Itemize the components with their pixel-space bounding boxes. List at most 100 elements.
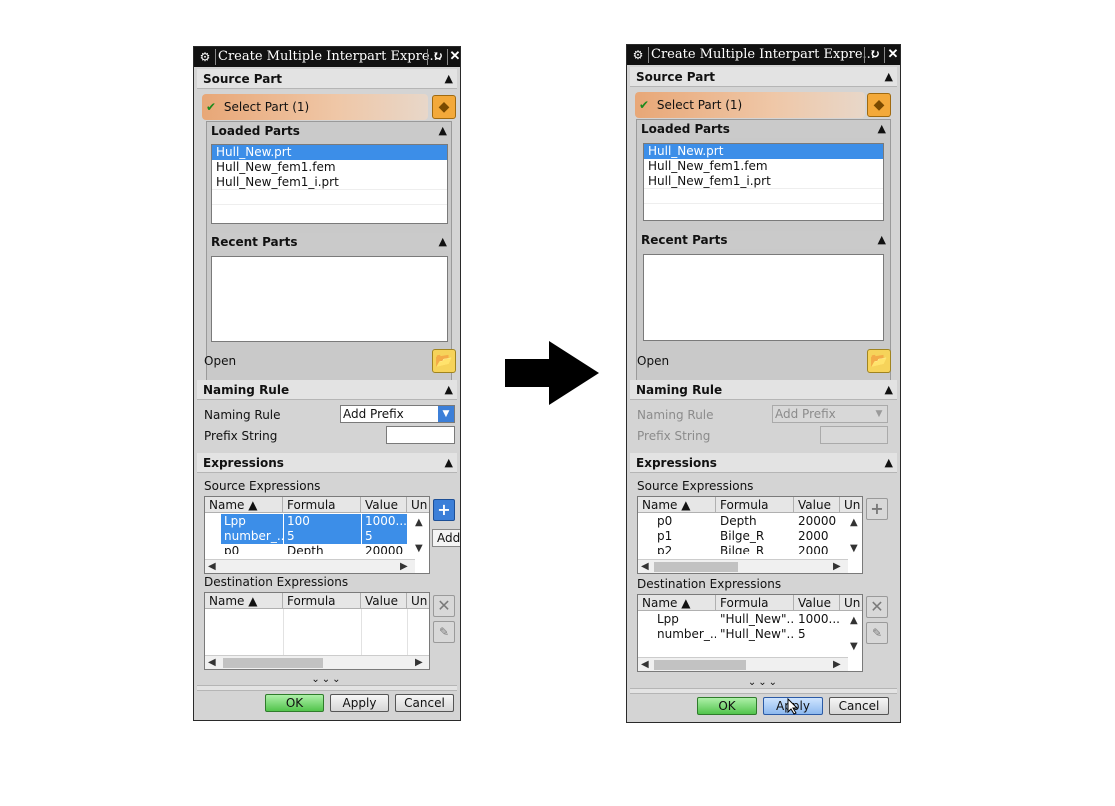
recent-parts-list[interactable] (643, 254, 884, 341)
column-header-value[interactable]: Value (361, 593, 407, 609)
horizontal-scrollbar[interactable]: ◀ ▶ (205, 559, 415, 573)
destination-expressions-grid[interactable]: Name ▲ Formula Value Un Lpp "Hull_New"..… (637, 594, 863, 672)
remove-expression-x-icon[interactable]: ✕ (433, 595, 455, 617)
loaded-parts-header[interactable]: Loaded Parts ▲ (207, 122, 451, 140)
column-header-value[interactable]: Value (361, 497, 407, 513)
loaded-parts-list[interactable]: Hull_New.prt Hull_New_fem1.fem Hull_New_… (643, 143, 884, 221)
scroll-left-icon[interactable]: ◀ (208, 561, 216, 572)
column-header-unit[interactable]: Un (840, 497, 862, 513)
gear-icon[interactable]: ⚙ (197, 47, 213, 67)
scroll-down-icon[interactable]: ▼ (850, 641, 858, 652)
loaded-parts-header[interactable]: Loaded Parts ▲ (637, 120, 890, 138)
collapse-icon[interactable]: ▲ (439, 122, 447, 140)
scroll-left-icon[interactable]: ◀ (641, 659, 649, 670)
add-expression-plus-icon[interactable]: + (433, 499, 455, 521)
column-header-unit[interactable]: Un (407, 593, 429, 609)
reset-icon[interactable]: ↻ (867, 45, 883, 65)
collapse-icon[interactable]: ▲ (885, 453, 893, 473)
open-folder-icon[interactable]: 📂 (867, 349, 891, 373)
column-header-name[interactable]: Name ▲ (205, 593, 283, 609)
column-header-formula[interactable]: Formula (716, 595, 794, 611)
horizontal-scrollbar[interactable]: ◀ ▶ (638, 657, 848, 671)
select-part-row[interactable]: ✔ Select Part (1) (635, 92, 865, 118)
scroll-right-icon[interactable]: ▶ (400, 561, 408, 572)
scroll-right-icon[interactable]: ▶ (415, 657, 423, 668)
table-row[interactable]: p0 Depth 20000 (638, 514, 848, 529)
scroll-left-icon[interactable]: ◀ (208, 657, 216, 668)
column-header-formula[interactable]: Formula (283, 593, 361, 609)
apply-button[interactable]: Apply (330, 694, 389, 712)
select-part-cube-icon[interactable]: ◆ (867, 93, 891, 117)
horizontal-scrollbar[interactable]: ◀ ▶ (638, 559, 848, 573)
select-part-cube-icon[interactable]: ◆ (432, 95, 456, 119)
recent-parts-list[interactable] (211, 256, 448, 342)
scrollbar-thumb[interactable] (654, 562, 738, 572)
column-header-name[interactable]: Name ▲ (205, 497, 283, 513)
cancel-button[interactable]: Cancel (395, 694, 454, 712)
dialog-titlebar[interactable]: ⚙ Create Multiple Interpart Expre... ↻ ✕ (194, 47, 460, 67)
list-item[interactable]: Hull_New.prt (212, 145, 447, 160)
collapse-icon[interactable]: ▲ (439, 233, 447, 251)
edit-expression-icon[interactable]: ✎ (866, 622, 888, 644)
table-row[interactable]: p2 Bilge_R 2000 (638, 544, 848, 554)
table-row[interactable]: Lpp 100 1000... (205, 514, 415, 529)
source-expressions-grid[interactable]: Name ▲ Formula Value Un p0 Depth 20000 p… (637, 496, 863, 574)
column-header-name[interactable]: Name ▲ (638, 595, 716, 611)
table-row[interactable]: number_... "Hull_New"... 5 (638, 627, 848, 642)
table-row[interactable]: p1 Bilge_R 2000 (638, 529, 848, 544)
close-icon[interactable]: ✕ (448, 47, 460, 67)
open-folder-icon[interactable]: 📂 (432, 349, 456, 373)
section-header-expressions[interactable]: Expressions ▲ (630, 453, 897, 473)
more-options-chevrons-icon[interactable]: ⌄⌄⌄ (194, 675, 460, 685)
list-item[interactable]: Hull_New.prt (644, 144, 883, 159)
scroll-right-icon[interactable]: ▶ (833, 561, 841, 572)
collapse-icon[interactable]: ▲ (885, 380, 893, 400)
list-item[interactable]: Hull_New_fem1_i.prt (212, 175, 447, 190)
gear-icon[interactable]: ⚙ (630, 45, 646, 65)
section-header-expressions[interactable]: Expressions ▲ (197, 453, 457, 473)
column-header-value[interactable]: Value (794, 595, 840, 611)
section-header-naming-rule[interactable]: Naming Rule ▲ (197, 380, 457, 400)
more-options-chevrons-icon[interactable]: ⌄⌄⌄ (627, 678, 900, 688)
destination-expressions-grid[interactable]: Name ▲ Formula Value Un ◀ ▶ (204, 592, 430, 670)
collapse-icon[interactable]: ▲ (878, 120, 886, 138)
source-expressions-grid[interactable]: Name ▲ Formula Value Un Lpp 100 1000... … (204, 496, 430, 574)
collapse-icon[interactable]: ▲ (445, 69, 453, 89)
add-expression-plus-icon[interactable]: + (866, 498, 888, 520)
close-icon[interactable]: ✕ (886, 45, 900, 65)
column-header-unit[interactable]: Un (407, 497, 429, 513)
scroll-up-icon[interactable]: ▲ (850, 615, 858, 626)
list-item[interactable]: Hull_New_fem1_i.prt (644, 174, 883, 189)
horizontal-scrollbar[interactable]: ◀ ▶ (205, 655, 429, 669)
scroll-up-icon[interactable]: ▲ (415, 517, 423, 528)
column-header-formula[interactable]: Formula (283, 497, 361, 513)
collapse-icon[interactable]: ▲ (445, 380, 453, 400)
recent-parts-header[interactable]: Recent Parts ▲ (207, 233, 451, 251)
scroll-up-icon[interactable]: ▲ (850, 517, 858, 528)
table-row[interactable]: Lpp "Hull_New"... 1000... (638, 612, 848, 627)
loaded-parts-list[interactable]: Hull_New.prt Hull_New_fem1.fem Hull_New_… (211, 144, 448, 224)
ok-button[interactable]: OK (697, 697, 757, 715)
cancel-button[interactable]: Cancel (829, 697, 889, 715)
naming-rule-dropdown[interactable]: Add Prefix ▼ (340, 405, 455, 423)
list-item[interactable]: Hull_New_fem1.fem (212, 160, 447, 175)
ok-button[interactable]: OK (265, 694, 324, 712)
collapse-icon[interactable]: ▲ (878, 231, 886, 249)
column-header-value[interactable]: Value (794, 497, 840, 513)
remove-expression-x-icon[interactable]: ✕ (866, 596, 888, 618)
column-header-name[interactable]: Name ▲ (638, 497, 716, 513)
prefix-string-input[interactable] (386, 426, 455, 444)
edit-expression-icon[interactable]: ✎ (433, 621, 455, 643)
scroll-left-icon[interactable]: ◀ (641, 561, 649, 572)
scroll-right-icon[interactable]: ▶ (833, 659, 841, 670)
table-row[interactable]: p0 Depth 20000 (205, 544, 415, 554)
column-header-unit[interactable]: Un (840, 595, 862, 611)
scrollbar-thumb[interactable] (654, 660, 746, 670)
collapse-icon[interactable]: ▲ (885, 67, 893, 87)
dialog-titlebar[interactable]: ⚙ Create Multiple Interpart Expre... ↻ ✕ (627, 45, 900, 65)
scrollbar-thumb[interactable] (223, 658, 323, 668)
list-item[interactable]: Hull_New_fem1.fem (644, 159, 883, 174)
scroll-down-icon[interactable]: ▼ (415, 543, 423, 554)
column-header-formula[interactable]: Formula (716, 497, 794, 513)
section-header-source-part[interactable]: Source Part ▲ (630, 67, 897, 87)
